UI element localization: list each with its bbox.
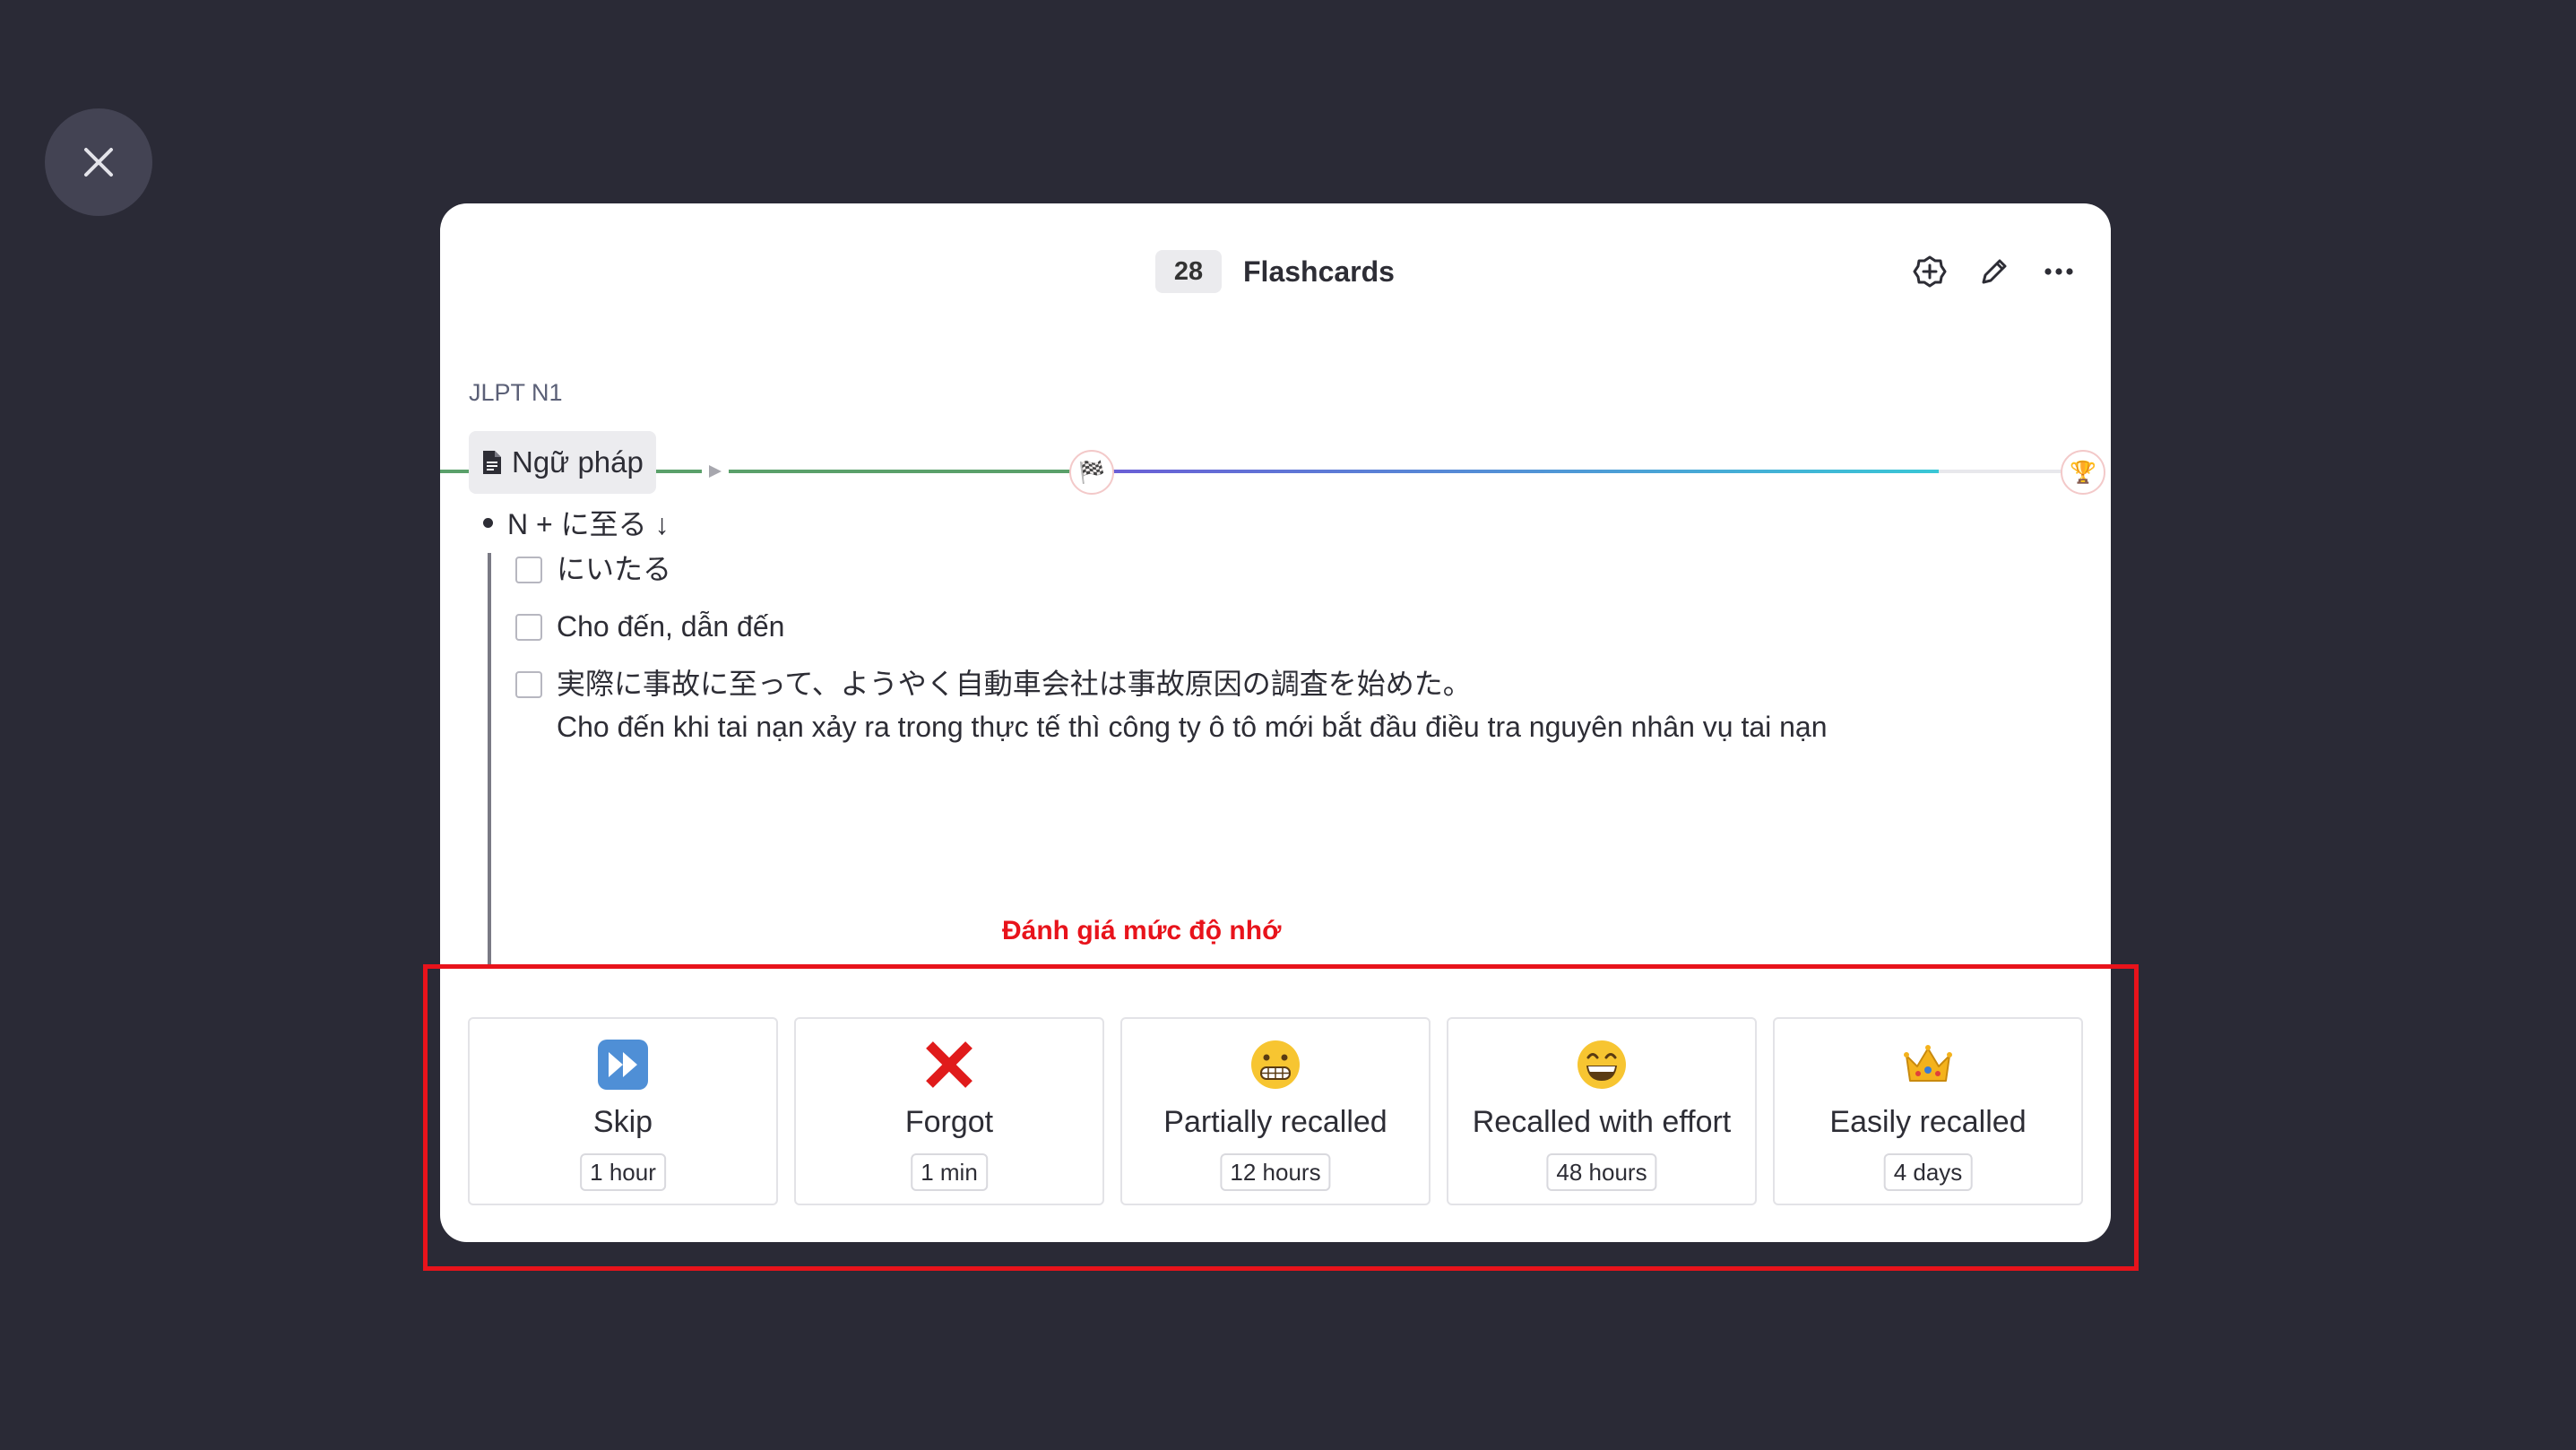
more-button[interactable] [2037,250,2080,293]
fast-forward-icon [470,1032,776,1097]
rating-forgot-button[interactable]: Forgot 1 min [794,1017,1104,1205]
checklist-translation: Cho đến khi tai nạn xảy ra trong thực tế… [557,711,1828,743]
checklist-text: 実際に事故に至って、ようやく自動車会社は事故原因の調査を始めた。 [557,668,1472,700]
nested-block-guide [488,553,491,969]
annotation-label: Đánh giá mức độ nhớ [1002,916,1282,945]
card-count-badge: 28 [1155,250,1222,293]
checklist-text: にいたる [557,553,672,585]
rating-partially-recalled-button[interactable]: Partially recalled 12 hours [1120,1017,1431,1205]
grinning-face-icon [1448,1032,1755,1097]
trophy-icon: 🏆 [2061,450,2105,495]
bullet-dot [483,517,493,528]
document-icon [483,451,501,474]
bullet-item: N + に至る ↓ [483,499,669,546]
crown-icon [1775,1032,2081,1097]
checklist-item: 実際に事故に至って、ようやく自動車会社は事故原因の調査を始めた。 Cho đến… [515,662,1828,748]
rating-label: Forgot [904,1105,994,1139]
rating-recalled-with-effort-button[interactable]: Recalled with effort 48 hours [1447,1017,1757,1205]
rating-interval: 12 hours [1220,1153,1331,1191]
add-card-icon [1913,255,1947,288]
add-card-button[interactable] [1908,250,1951,293]
rating-label: Easily recalled [1829,1105,2027,1139]
page-title: Ngữ pháp [512,445,644,479]
dialog-header: 28 Flashcards [440,203,2111,338]
rating-interval: 4 days [1883,1153,1973,1191]
checkbox[interactable] [515,614,542,641]
checkered-flag-icon: 🏁 [1069,450,1114,495]
page-link[interactable]: Ngữ pháp [469,431,656,494]
breadcrumb[interactable]: JLPT N1 [469,379,563,407]
rating-interval: 1 hour [580,1153,666,1191]
grimacing-face-icon [1122,1032,1429,1097]
checklist-item: にいたる [515,548,671,591]
more-horizontal-icon [2044,268,2073,275]
pencil-icon [1982,259,2007,284]
rating-label: Partially recalled [1163,1105,1387,1139]
checkbox[interactable] [515,557,542,583]
bullet-text: N + に至る ↓ [507,508,670,540]
rating-interval: 1 min [911,1153,988,1191]
rating-easily-recalled-button[interactable]: Easily recalled 4 days [1773,1017,2083,1205]
rating-interval: 48 hours [1546,1153,1657,1191]
close-icon [84,148,113,177]
rating-label: Recalled with effort [1472,1105,1732,1139]
progress-segment-forecast [1112,470,1939,473]
rating-skip-button[interactable]: Skip 1 hour [468,1017,778,1205]
progress-segment-current [729,470,1073,473]
edit-button[interactable] [1973,250,2016,293]
checklist-item: Cho đến, dẫn đến [515,605,784,648]
close-button[interactable] [45,108,152,216]
play-marker-icon [709,465,722,478]
cross-mark-icon [796,1032,1102,1097]
dialog-title: Flashcards [1243,255,1395,288]
checklist-text: Cho đến, dẫn đến [557,610,785,643]
rating-label: Skip [592,1105,653,1139]
rating-buttons: Skip 1 hour Forgot 1 min Partially recal… [468,1017,2083,1205]
checkbox[interactable] [515,671,542,698]
